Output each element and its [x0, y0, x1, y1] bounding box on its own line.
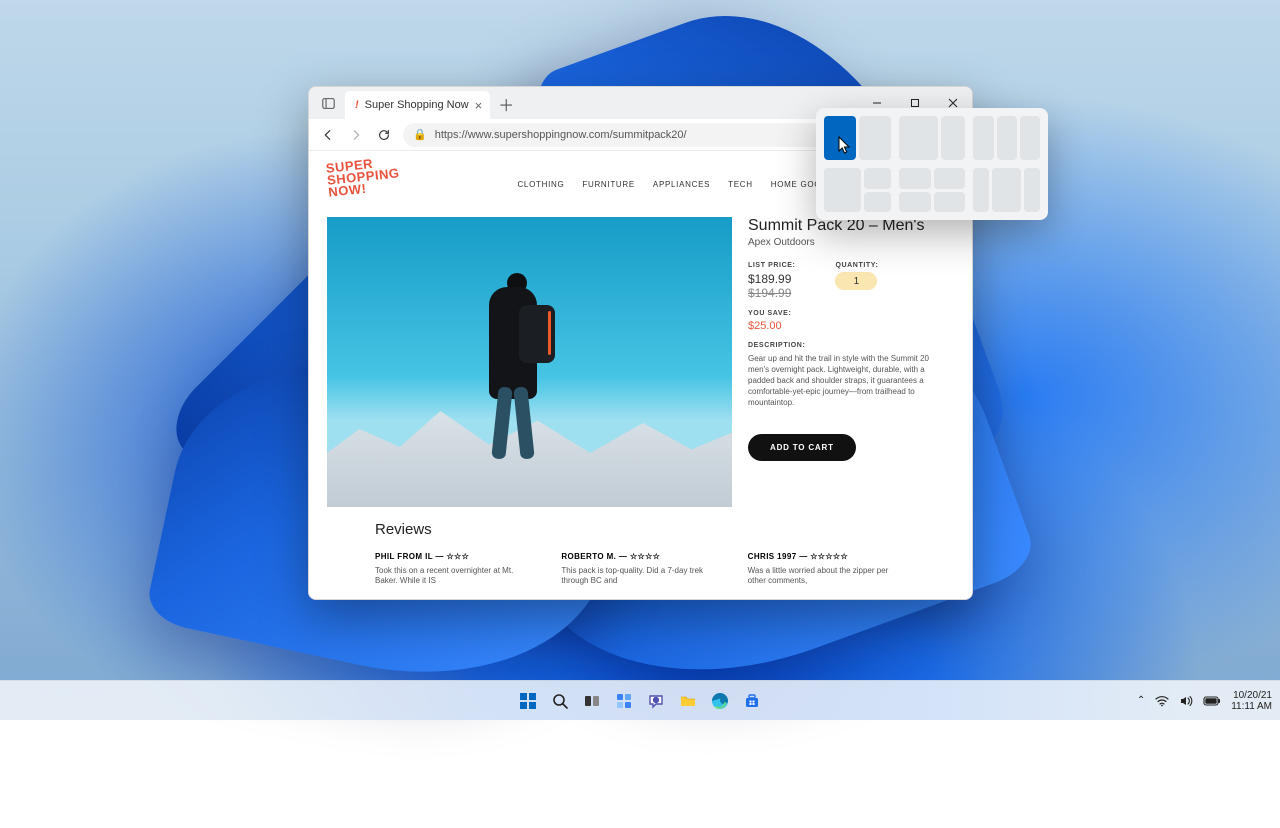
- tray-chevron-icon[interactable]: ⌃: [1137, 695, 1145, 706]
- review-item: CHRIS 1997 — ☆☆☆☆☆ Was a little worried …: [748, 552, 906, 586]
- browser-tab[interactable]: ! Super Shopping Now ×: [345, 91, 490, 119]
- site-logo[interactable]: SUPER SHOPPING NOW!: [325, 155, 401, 198]
- url-text: https://www.supershoppingnow.com/summitp…: [435, 129, 687, 141]
- snap-layout-left-stack[interactable]: [824, 168, 891, 212]
- quantity-stepper[interactable]: 1: [835, 272, 877, 290]
- task-view-button[interactable]: [578, 687, 606, 715]
- refresh-button[interactable]: [375, 126, 393, 144]
- review-item: ROBERTO M. — ☆☆☆☆ This pack is top-quali…: [561, 552, 719, 586]
- review-item: PHIL FROM IL — ☆☆☆ Took this on a recent…: [375, 552, 533, 586]
- reviews-heading: Reviews: [375, 521, 906, 538]
- new-tab-button[interactable]: ＋: [494, 92, 518, 116]
- battery-icon[interactable]: [1203, 696, 1221, 706]
- taskbar: ⌃ 10/20/21 11:11 AM: [0, 680, 1280, 720]
- snap-layouts-flyout: [816, 108, 1048, 220]
- snap-layout-3col[interactable]: [973, 116, 1040, 160]
- search-button[interactable]: [546, 687, 574, 715]
- compare-price: $194.99: [748, 286, 795, 300]
- you-save-amount: $25.00: [748, 320, 954, 332]
- tab-title: Super Shopping Now: [365, 99, 469, 111]
- lock-icon: 🔒: [413, 128, 427, 141]
- add-to-cart-button[interactable]: ADD TO CART: [748, 434, 856, 461]
- list-price-label: LIST PRICE:: [748, 262, 795, 269]
- you-save-label: YOU SAVE:: [748, 310, 954, 317]
- nav-appliances[interactable]: APPLIANCES: [653, 180, 710, 189]
- product-image: [327, 217, 732, 507]
- product-description: Gear up and hit the trail in style with …: [748, 353, 938, 408]
- store-button[interactable]: [738, 687, 766, 715]
- description-label: DESCRIPTION:: [748, 342, 954, 349]
- nav-clothing[interactable]: CLOTHING: [517, 180, 564, 189]
- clock[interactable]: 10/20/21 11:11 AM: [1231, 690, 1272, 712]
- tab-actions-button[interactable]: [315, 90, 341, 116]
- edge-button[interactable]: [706, 687, 734, 715]
- snap-layout-3col-center[interactable]: [973, 168, 1040, 212]
- chat-button[interactable]: [642, 687, 670, 715]
- quantity-label: QUANTITY:: [835, 262, 878, 269]
- volume-icon[interactable]: [1179, 695, 1193, 707]
- tab-close-button[interactable]: ×: [475, 98, 483, 113]
- snap-layout-2col-wide[interactable]: [899, 116, 966, 160]
- file-explorer-button[interactable]: [674, 687, 702, 715]
- forward-button[interactable]: [347, 126, 365, 144]
- start-button[interactable]: [514, 687, 542, 715]
- price: $189.99: [748, 272, 795, 286]
- favicon-exclaim-icon: !: [355, 99, 359, 111]
- product-brand: Apex Outdoors: [748, 237, 954, 248]
- back-button[interactable]: [319, 126, 337, 144]
- nav-tech[interactable]: TECH: [728, 180, 753, 189]
- snap-layout-quad[interactable]: [899, 168, 966, 212]
- snap-layout-2col[interactable]: [824, 116, 891, 160]
- widgets-button[interactable]: [610, 687, 638, 715]
- nav-furniture[interactable]: FURNITURE: [582, 180, 635, 189]
- wifi-icon[interactable]: [1155, 695, 1169, 707]
